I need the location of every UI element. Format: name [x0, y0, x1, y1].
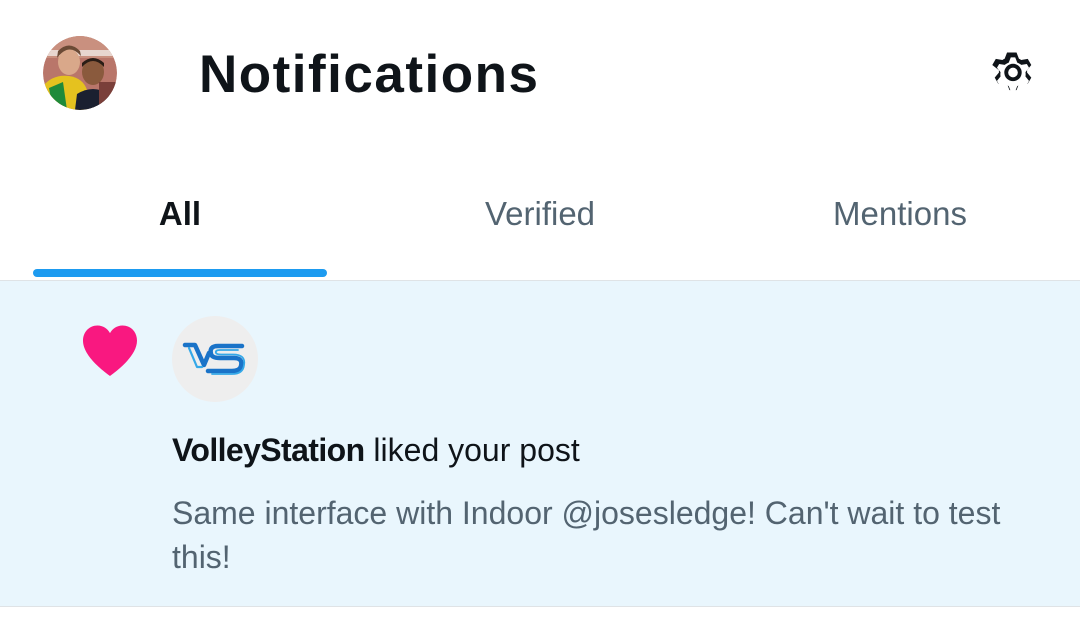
notification-item[interactable]: VolleyStation liked your post Same inter…: [0, 281, 1080, 607]
notifications-screen: Notifications All Verified Mentions Voll…: [0, 0, 1080, 627]
notification-summary: VolleyStation liked your post: [172, 429, 580, 471]
tab-verified[interactable]: Verified: [360, 150, 720, 280]
notification-action: liked your post: [364, 432, 580, 468]
tab-label: Verified: [484, 195, 596, 232]
actor-name[interactable]: VolleyStation: [172, 432, 365, 468]
profile-avatar[interactable]: [43, 36, 117, 110]
post-preview-text: Same interface with Indoor @josesledge! …: [172, 495, 1001, 575]
settings-button[interactable]: [982, 41, 1044, 103]
gear-icon: [992, 52, 1032, 92]
page-title: Notifications: [199, 45, 540, 104]
tab-mentions[interactable]: Mentions: [720, 150, 1080, 280]
tab-label: All: [158, 195, 202, 232]
actor-avatar[interactable]: [172, 316, 258, 402]
volleystation-logo-icon: [182, 342, 246, 375]
active-tab-indicator: [33, 269, 327, 277]
tab-bar: All Verified Mentions: [0, 150, 1080, 281]
heart-icon: [83, 325, 137, 377]
tab-label: Mentions: [833, 195, 967, 232]
header: Notifications: [0, 0, 1080, 150]
tab-all[interactable]: All: [0, 150, 360, 280]
